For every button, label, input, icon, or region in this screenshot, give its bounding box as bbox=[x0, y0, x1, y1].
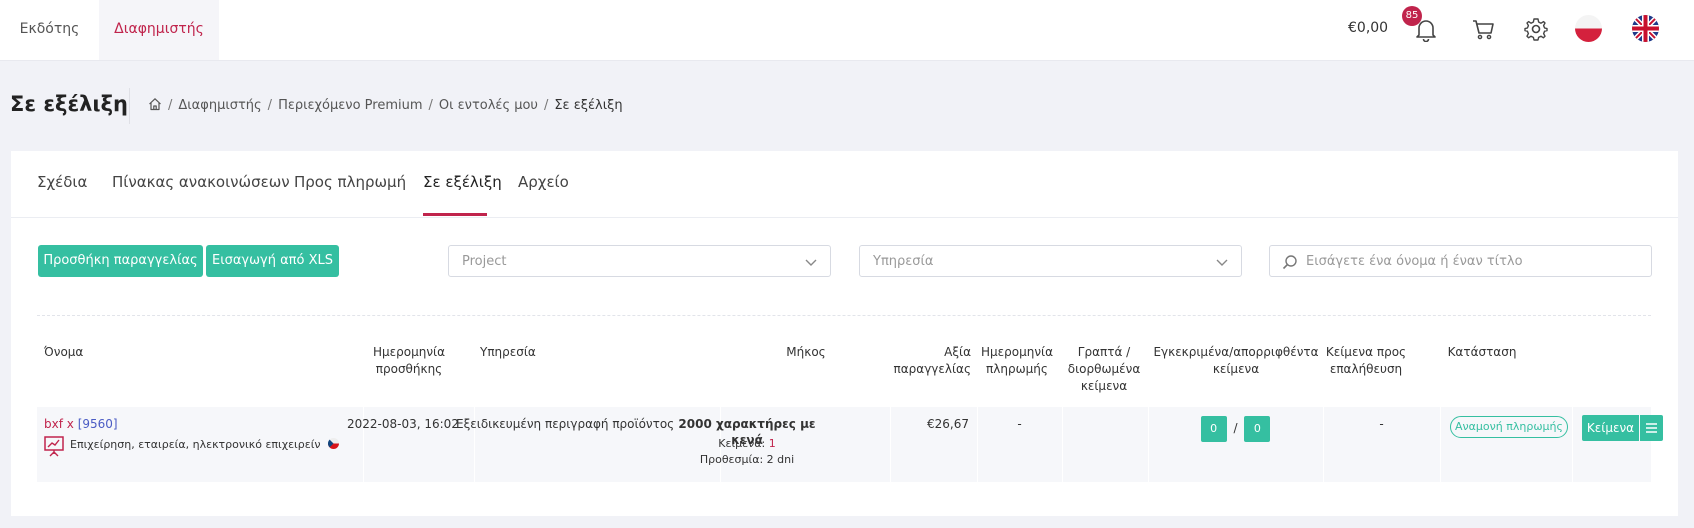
breadcrumb: / Διαφημιστής / Περιεχόμενο Premium / Οι εντο… bbox=[148, 97, 623, 113]
tab-drafts[interactable]: Σχέδια bbox=[37, 173, 87, 191]
header-approved-rejected[interactable]: Εγκεκριμένα/απορριφθέντα κείμενα bbox=[1146, 344, 1326, 378]
home-icon[interactable] bbox=[148, 97, 162, 111]
role-tab-advertiser[interactable]: Διαφημιστής bbox=[99, 0, 219, 60]
breadcrumb-premium-content[interactable]: Περιεχόμενο Premium bbox=[278, 98, 422, 113]
project-placeholder: Project bbox=[462, 254, 507, 269]
role-tab-publisher[interactable]: Εκδότης bbox=[0, 0, 99, 60]
chevron-down-icon bbox=[805, 259, 817, 266]
order-approved-rejected: 0 / 0 bbox=[1148, 416, 1323, 442]
tab-to-pay[interactable]: Προς πληρωμή bbox=[294, 173, 406, 191]
order-name-link[interactable]: bxf x [9560] bbox=[44, 416, 118, 432]
header-payment-date[interactable]: Ημερομηνία πληρωμής bbox=[977, 344, 1057, 378]
chevron-down-icon bbox=[1216, 259, 1228, 266]
search-placeholder: Εισάγετε ένα όνομα ή έναν τίτλο bbox=[1306, 254, 1523, 269]
menu-icon bbox=[1646, 423, 1657, 433]
status-tabs: Σχέδια Πίνακας ανακοινώσεων Προς πληρωμή… bbox=[11, 151, 1678, 218]
tab-notice-board[interactable]: Πίνακας ανακοινώσεων bbox=[112, 173, 290, 191]
status-badge: Αναμονή πληρωμής bbox=[1450, 416, 1568, 438]
order-category: Επιχείρηση, εταιρεία, ηλεκτρονικό επιχει… bbox=[70, 437, 340, 453]
flag-cz-icon bbox=[328, 438, 340, 449]
header-to-verify[interactable]: Κείμενα προς επαλήθευση bbox=[1316, 344, 1416, 378]
flag-uk-icon[interactable] bbox=[1632, 15, 1659, 42]
texts-button[interactable]: Κείμενα bbox=[1582, 415, 1639, 441]
table-row: bxf x [9560] Επιχείρηση, εταιρεία, ηλεκτ… bbox=[37, 407, 1663, 482]
project-select[interactable]: Project bbox=[448, 245, 831, 277]
order-service: Εξειδικευμένη περιγραφή προϊόντος bbox=[456, 417, 675, 431]
order-payment-date: - bbox=[1017, 417, 1022, 431]
order-value: €26,67 bbox=[927, 417, 969, 431]
header-divider bbox=[129, 88, 130, 124]
approved-count[interactable]: 0 bbox=[1200, 416, 1227, 442]
breadcrumb-advertiser[interactable]: Διαφημιστής bbox=[178, 98, 261, 113]
header-written-texts[interactable]: Γραπτά / διορθωμένα κείμενα bbox=[1063, 344, 1145, 395]
gear-icon[interactable] bbox=[1523, 16, 1549, 42]
tab-in-progress[interactable]: Σε εξέλιξη bbox=[423, 173, 502, 191]
row-menu-button[interactable] bbox=[1640, 415, 1663, 441]
order-to-verify: - bbox=[1379, 417, 1384, 431]
orders-card: Σχέδια Πίνακας ανακοινώσεων Προς πληρωμή… bbox=[11, 151, 1678, 516]
header-length[interactable]: Μήκος bbox=[731, 344, 881, 361]
header-status[interactable]: Κατάσταση bbox=[1424, 344, 1540, 361]
active-tab-indicator bbox=[423, 213, 487, 216]
service-placeholder: Υπηρεσία bbox=[873, 254, 934, 269]
rejected-count[interactable]: 0 bbox=[1244, 416, 1271, 442]
header-name[interactable]: Όνομα bbox=[44, 344, 83, 361]
header-date-added[interactable]: Ημερομηνία προσθήκης bbox=[359, 344, 459, 378]
flag-pl-icon[interactable] bbox=[1575, 15, 1602, 42]
order-date-added: 2022-08-03, 16:02 bbox=[347, 417, 459, 431]
order-deadline: Προθεσμία: 2 dni bbox=[699, 453, 795, 466]
page-title: Σε εξέλιξη bbox=[10, 92, 128, 116]
section-divider bbox=[37, 315, 1651, 316]
header-order-value[interactable]: Αξία παραγγελίας bbox=[871, 344, 971, 378]
search-input[interactable]: Εισάγετε ένα όνομα ή έναν τίτλο bbox=[1269, 245, 1652, 277]
search-icon bbox=[1282, 255, 1297, 270]
service-select[interactable]: Υπηρεσία bbox=[859, 245, 1242, 277]
notifications-badge: 85 bbox=[1402, 6, 1422, 26]
breadcrumb-my-orders[interactable]: Οι εντολές μου bbox=[439, 98, 538, 113]
cart-icon[interactable] bbox=[1470, 16, 1496, 42]
balance[interactable]: €0,00 bbox=[1348, 20, 1388, 36]
order-texts-count: Κείμενα: 1 bbox=[718, 437, 776, 450]
header-service[interactable]: Υπηρεσία bbox=[480, 344, 536, 361]
top-bar: Εκδότης Διαφημιστής €0,00 85 bbox=[0, 0, 1694, 61]
import-xls-button[interactable]: Εισαγωγή από XLS bbox=[206, 245, 339, 277]
presentation-chart-icon bbox=[44, 436, 64, 457]
breadcrumb-current: Σε εξέλιξη bbox=[554, 98, 623, 113]
tab-archive[interactable]: Αρχείο bbox=[518, 173, 569, 191]
add-order-button[interactable]: Προσθήκη παραγγελίας bbox=[38, 245, 203, 277]
